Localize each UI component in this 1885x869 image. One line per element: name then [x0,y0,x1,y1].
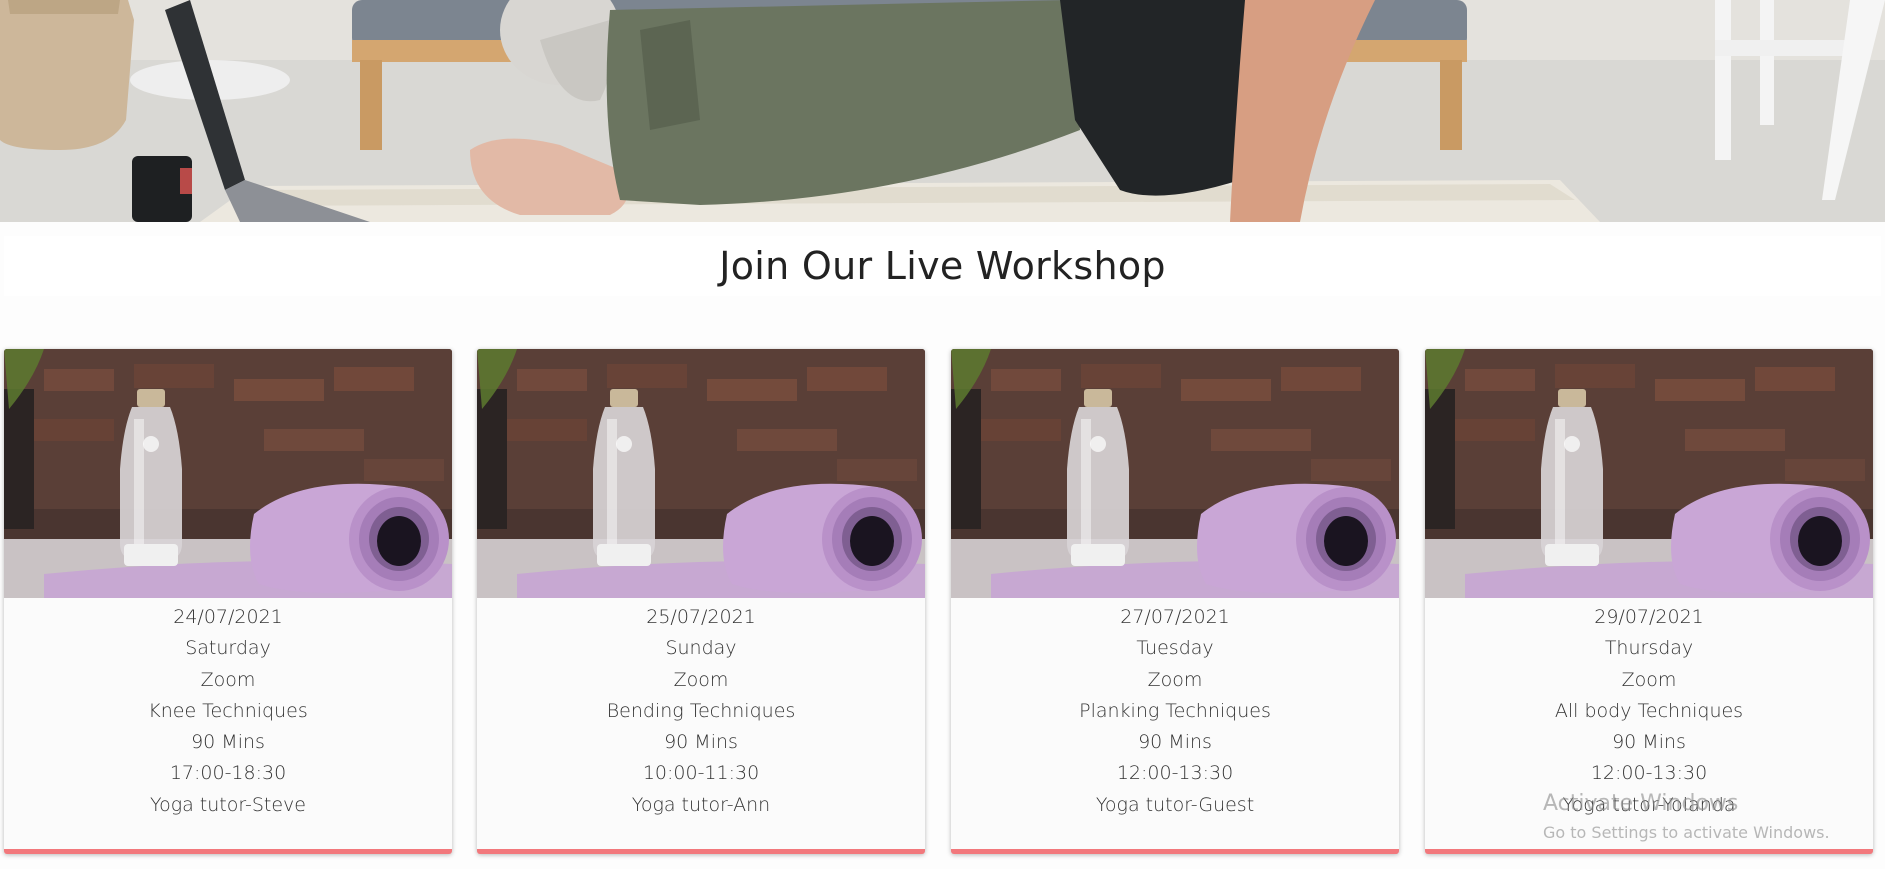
workshop-topic: All body Techniques [1554,699,1744,722]
workshop-duration: 90 Mins [664,731,738,754]
workshop-date: 24/07/2021 [173,606,283,628]
workshop-tutor: Yoga tutor-Guest [1095,793,1255,816]
workshop-day: Sunday [665,637,737,660]
workshop-platform: Zoom [1147,668,1203,691]
workshop-card[interactable]: 25/07/2021 Sunday Zoom Bending Technique… [477,349,925,854]
workshop-tutor: Yoga tutor-Yolanda [1562,793,1736,816]
yoga-mat-bottle-photo [477,349,925,598]
workshop-time: 12:00-13:30 [1116,762,1234,785]
yoga-mat-bottle-photo [1425,349,1873,598]
workshop-duration: 90 Mins [1612,731,1686,754]
workshop-tutor: Yoga tutor-Steve [150,793,306,816]
workshop-date: 27/07/2021 [1120,606,1230,628]
hero-photo [0,0,1885,222]
workshop-details: 27/07/2021 Tuesday Zoom Planking Techniq… [951,602,1399,821]
workshop-details: 24/07/2021 Saturday Zoom Knee Techniques… [4,602,452,821]
workshop-topic: Bending Techniques [606,699,796,722]
workshop-day: Thursday [1604,637,1694,660]
workshop-topic: Knee Techniques [148,699,308,722]
yoga-mat-bottle-photo [951,349,1399,598]
workshop-topic: Planking Techniques [1079,699,1271,722]
workshop-card[interactable]: 27/07/2021 Tuesday Zoom Planking Techniq… [951,349,1399,854]
section-title: Join Our Live Workshop [719,244,1166,288]
workshop-day: Tuesday [1136,637,1214,660]
workshop-date: 29/07/2021 [1594,606,1704,628]
workshop-platform: Zoom [1621,668,1677,691]
workshop-card[interactable]: 24/07/2021 Saturday Zoom Knee Techniques… [4,349,452,854]
workshop-platform: Zoom [200,668,256,691]
yoga-mat-bottle-photo [4,349,452,598]
workshop-time: 12:00-13:30 [1590,762,1708,785]
workshop-details: 25/07/2021 Sunday Zoom Bending Technique… [477,602,925,821]
workshop-time: 17:00-18:30 [169,762,287,785]
workshop-details: 29/07/2021 Thursday Zoom All body Techni… [1425,602,1873,821]
hero-banner [0,0,1885,222]
workshop-time: 10:00-11:30 [642,762,760,785]
workshop-duration: 90 Mins [1138,731,1212,754]
page: Join Our Live Workshop 24/07/2021 Saturd… [0,0,1885,869]
workshop-tutor: Yoga tutor-Ann [631,793,771,816]
workshop-date: 25/07/2021 [646,606,756,628]
section-heading-band: Join Our Live Workshop [4,236,1881,296]
workshop-card[interactable]: 29/07/2021 Thursday Zoom All body Techni… [1425,349,1873,854]
workshop-duration: 90 Mins [191,731,265,754]
workshop-day: Saturday [185,637,271,660]
workshop-platform: Zoom [673,668,729,691]
